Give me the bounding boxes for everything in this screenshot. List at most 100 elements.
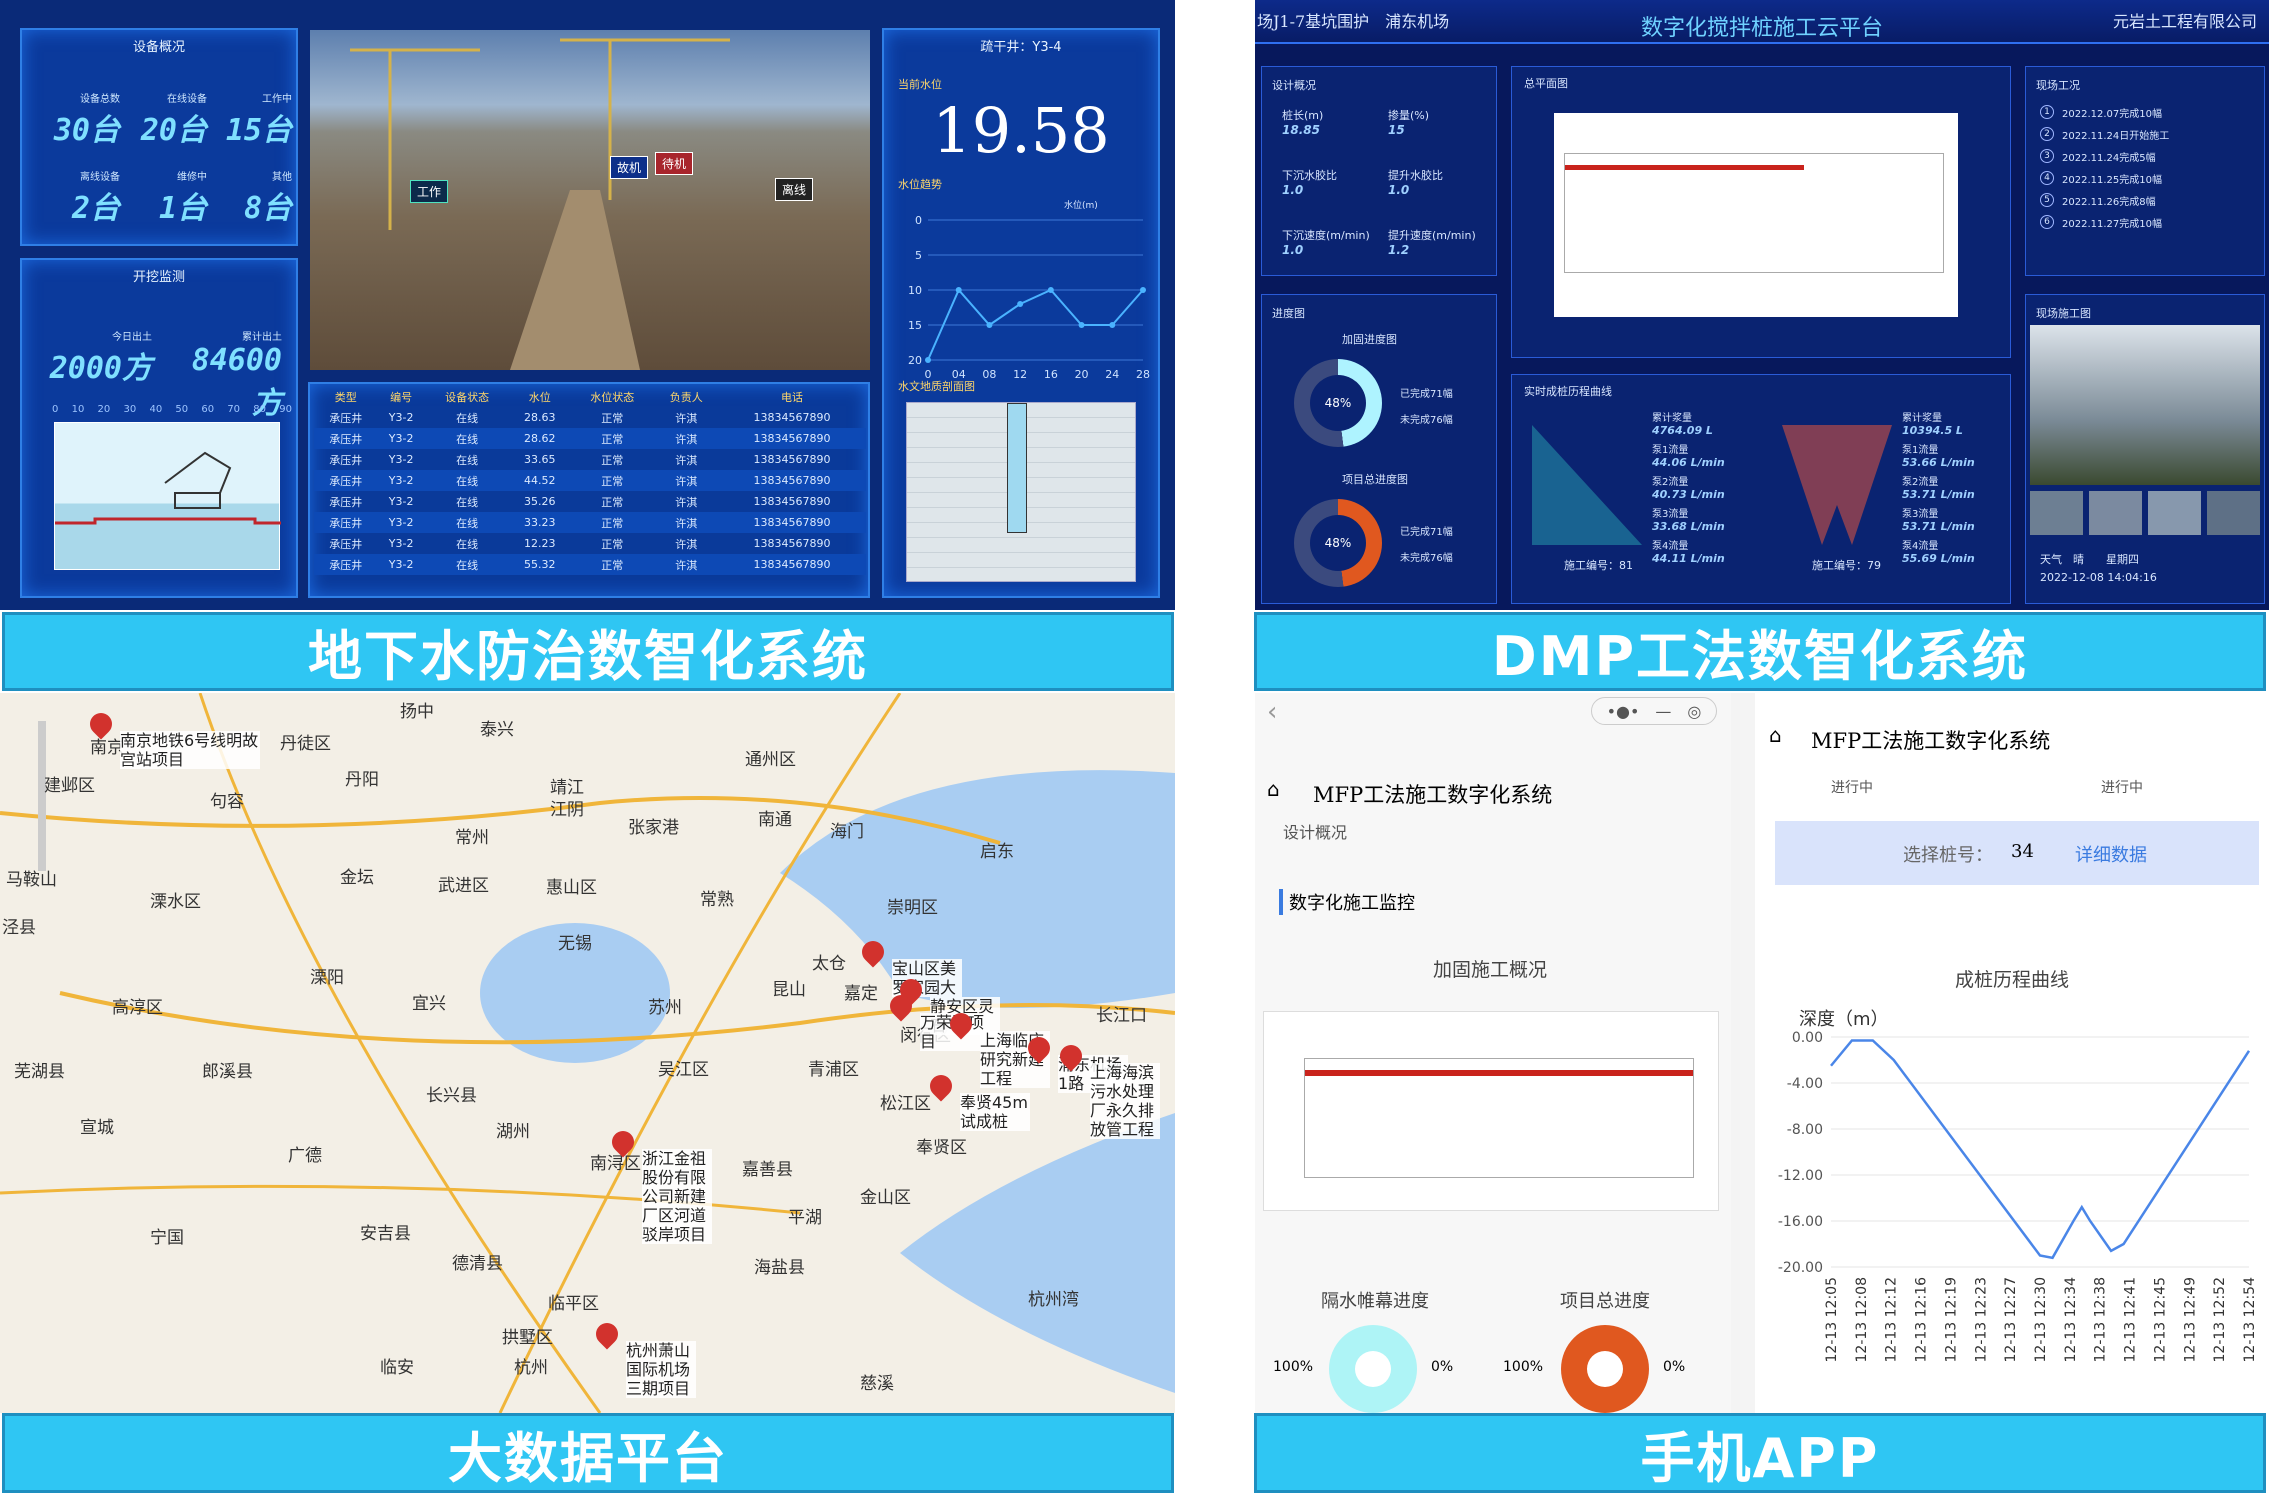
site-plan[interactable] [1554, 113, 1958, 317]
detail-link[interactable]: 详细数据 [2075, 841, 2147, 867]
flow-label: 泵4流量 [1902, 541, 1939, 552]
panel-title: 进度图 [1272, 307, 1305, 320]
table-row[interactable]: 承压井 Y3-2 在线 55.32 正常 许淇 13834567890 [314, 554, 866, 575]
flow-value: 53.66 L/min [1902, 456, 1975, 469]
place-label: 奉贤区 [916, 1138, 967, 1158]
tag-standby[interactable]: 待机 [655, 152, 694, 175]
table-cell: 许淇 [654, 428, 718, 449]
home-icon[interactable]: ⌂ [1267, 777, 1280, 801]
back-icon[interactable]: ‹ [1267, 697, 1277, 727]
pin-label[interactable]: 奉贤45m试成桩 [960, 1093, 1030, 1131]
pile-number: 施工编号：79 [1812, 559, 1881, 572]
column-header[interactable]: 编号 [377, 386, 424, 407]
table-cell: 许淇 [654, 470, 718, 491]
table-row[interactable]: 承压井 Y3-2 在线 44.52 正常 许淇 13834567890 [314, 470, 866, 491]
y-tick: 0 [915, 214, 922, 227]
table-row[interactable]: 承压井 Y3-2 在线 12.23 正常 许淇 13834567890 [314, 533, 866, 554]
pile-number: 施工编号：81 [1564, 559, 1633, 572]
panel-title: 现场工况 [2036, 79, 2080, 92]
place-label: 郎溪县 [202, 1062, 253, 1082]
flow-value: 53.71 L/min [1902, 520, 1975, 533]
column-header[interactable]: 类型 [314, 386, 377, 407]
table-cell: Y3-2 [377, 470, 425, 491]
well-table: 类型 编号 设备状态 水位 水位状态 负责人 电话 承压井 Y3-2 在线 28.63 正常 许淇 13… [314, 386, 866, 575]
zoom-slider[interactable] [38, 721, 46, 871]
phone-left: ‹ •●• — ◎ ⌂ MFP工法施工数字化系统 设计概况 数字化施工监控 加固… [1255, 693, 1731, 1413]
excavation-diagram [54, 422, 281, 570]
column-header[interactable]: 设备状态 [425, 386, 510, 407]
home-icon[interactable]: ⌂ [1769, 723, 1782, 747]
status-log: 1 2022.12.07完成10幅 2 2022.11.24日开始施工 3 2022.11… [2040, 101, 2169, 233]
place-label: 金坛 [340, 868, 374, 888]
table-row[interactable]: 承压井 Y3-2 在线 28.62 正常 许淇 13834567890 [314, 428, 866, 449]
geo-section [906, 402, 1136, 582]
field-label: 提升水胶比 [1388, 169, 1443, 182]
log-text: 2022.11.24日开始施工 [2062, 130, 2170, 142]
thumbnail[interactable] [2089, 491, 2142, 535]
table-cell: 承压井 [329, 537, 363, 551]
column-header[interactable]: 水位状态 [570, 386, 655, 407]
y-tick: -12.00 [1778, 1168, 1823, 1184]
pin-label[interactable]: 浙江金祖股份有限公司新建厂区河道驳岸项目 [642, 1149, 712, 1244]
table-row[interactable]: 承压井 Y3-2 在线 33.23 正常 许淇 13834567890 [314, 512, 866, 533]
table-cell: 13834567890 [717, 512, 866, 533]
curtain-title: 隔水帷幕进度 [1321, 1291, 1429, 1312]
kpi-value: 15台 [225, 113, 292, 148]
flow-value: 10394.5 L [1902, 424, 1963, 437]
table-cell: 13834567890 [753, 411, 831, 424]
table-cell: 33.65 [523, 453, 556, 466]
flow-item: 泵2流量 53.71 L/min [1902, 473, 1975, 501]
thumbnail[interactable] [2148, 491, 2201, 535]
table-cell: 在线 [456, 495, 479, 509]
place-label: 广德 [288, 1146, 322, 1166]
big-data-map[interactable]: 南京 建邺区 丹徒区 丹阳 扬中 泰兴 靖江 江阴 通州区 南通 海门 启东 金坛 常州 武进区 张家港 惠山区… [0, 693, 1175, 1413]
table-cell: 13834567890 [717, 554, 866, 575]
flow-value: 53.71 L/min [1902, 488, 1975, 501]
pin-label[interactable]: 杭州萧山国际机场三期项目 [626, 1341, 696, 1398]
column-header[interactable]: 水位 [509, 386, 570, 407]
table-row[interactable]: 承压井 Y3-2 在线 33.65 正常 许淇 13834567890 [314, 449, 866, 470]
table-cell: 许淇 [675, 453, 698, 467]
thumbnail[interactable] [2030, 491, 2083, 535]
x-tick: 12-13 12:16 [1914, 1277, 1930, 1363]
pin-label[interactable]: 上海海滨污水处理厂永久排放管工程 [1090, 1063, 1160, 1139]
place-label: 海盐县 [754, 1258, 805, 1278]
table-cell: 13834567890 [717, 470, 866, 491]
place-label: 金山区 [860, 1188, 911, 1208]
design-collapsed[interactable]: 设计概况 [1283, 819, 1347, 843]
table-cell: 正常 [569, 428, 655, 449]
plan-thumbnail[interactable] [1263, 1011, 1719, 1211]
place-label: 南浔区 [590, 1154, 641, 1174]
table-cell: 28.62 [509, 428, 570, 449]
y-tick: -4.00 [1787, 1076, 1823, 1092]
pct-label: 100% [1503, 1359, 1544, 1375]
field-label: 桩长(m) [1282, 109, 1324, 122]
place-label: 丹阳 [345, 770, 379, 790]
pile-selector[interactable]: 选择桩号： 34 详细数据 [1775, 821, 2259, 885]
place-label: 高淳区 [112, 998, 163, 1018]
tag-work[interactable]: 工作 [410, 180, 449, 203]
place-label: 宣城 [80, 1118, 114, 1138]
table-cell: 正常 [569, 554, 655, 575]
thumbnail[interactable] [2207, 491, 2260, 535]
table-row[interactable]: 承压井 Y3-2 在线 35.26 正常 许淇 13834567890 [314, 491, 866, 512]
y-tick: 10 [908, 284, 922, 297]
place-label: 苏州 [648, 998, 682, 1018]
site-video[interactable]: 工作 故机 待机 离线 [310, 30, 870, 370]
tag-fault[interactable]: 故机 [610, 156, 649, 179]
x-tick: 20 [1075, 368, 1089, 381]
column-header[interactable]: 电话 [718, 386, 866, 407]
column-header[interactable]: 负责人 [655, 386, 718, 407]
table-cell: 55.32 [509, 554, 570, 575]
pick-value[interactable]: 34 [2011, 841, 2034, 862]
site-photo[interactable] [2030, 325, 2260, 485]
table-row[interactable]: 承压井 Y3-2 在线 28.63 正常 许淇 13834567890 [314, 407, 866, 428]
capsule-menu-icon[interactable]: •●• — ◎ [1591, 697, 1717, 725]
tag-offline[interactable]: 离线 [775, 178, 814, 201]
data-point [1109, 322, 1116, 328]
table-cell: 在线 [424, 554, 510, 575]
x-tick: 12-13 12:05 [1824, 1277, 1840, 1362]
table-cell: 在线 [424, 512, 510, 533]
pin-label[interactable]: 南京地铁6号线明故宫站项目 [120, 731, 260, 769]
table-cell: 13834567890 [753, 495, 831, 508]
